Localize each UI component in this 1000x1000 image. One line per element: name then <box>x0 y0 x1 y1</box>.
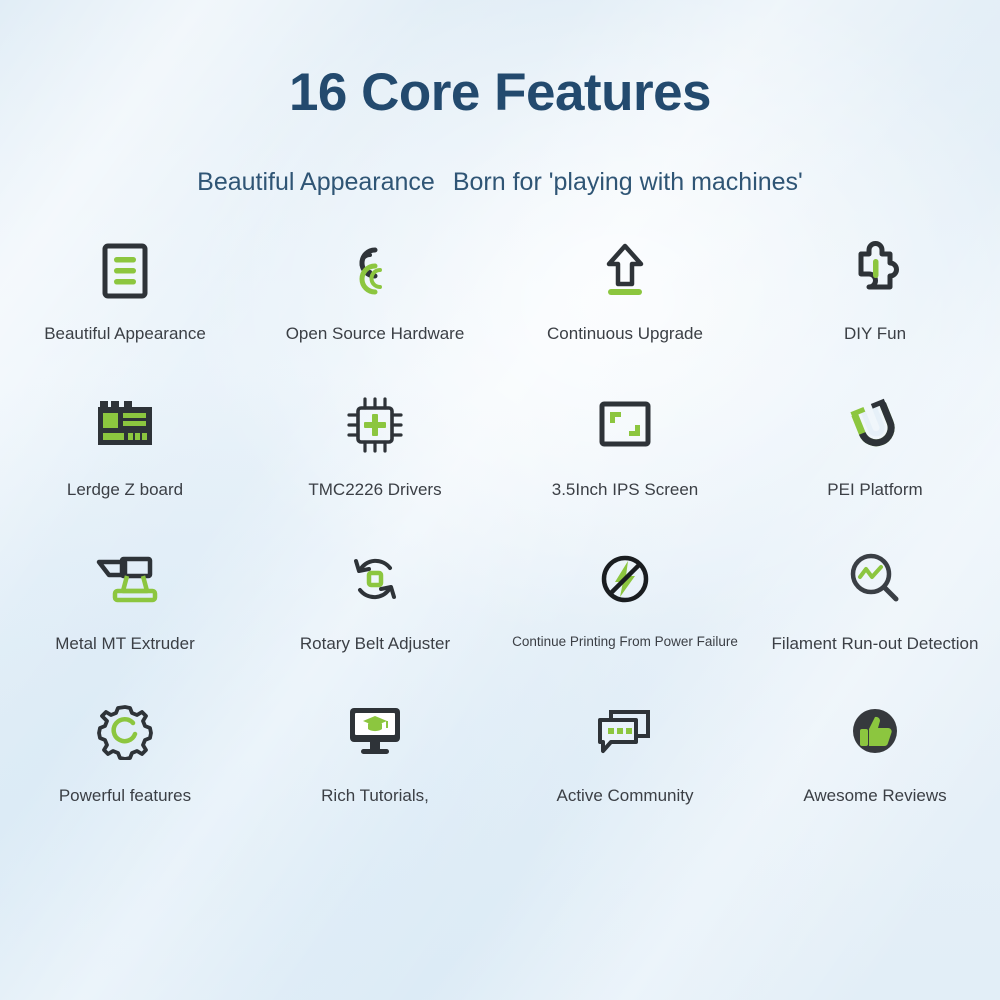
feature-item-tmc2226-drivers[interactable]: TMC2226 Drivers <box>250 386 500 500</box>
feature-item-rotary-belt-adjuster[interactable]: Rotary Belt Adjuster <box>250 540 500 654</box>
feature-item-continuous-upgrade[interactable]: Continuous Upgrade <box>500 232 750 344</box>
feature-label: Active Community <box>556 786 694 805</box>
feature-label: Metal MT Extruder <box>55 634 195 653</box>
upload-arrow-icon <box>597 232 653 310</box>
puzzle-piece-icon <box>845 232 905 310</box>
feature-label: Continuous Upgrade <box>547 324 703 343</box>
magnet-icon <box>844 386 906 464</box>
features-row: Lerdge Z board TMC2226 Drivers 3.5Inch I… <box>0 386 1000 500</box>
feature-label: DIY Fun <box>843 324 907 343</box>
power-failure-icon <box>597 540 653 618</box>
feature-label: 3.5Inch IPS Screen <box>551 480 699 499</box>
chip-icon <box>345 386 405 464</box>
feature-item-active-community[interactable]: Active Community <box>500 692 750 806</box>
circuit-board-icon <box>92 386 158 464</box>
features-row: Beautiful Appearance Open Source Hardwar… <box>0 232 1000 344</box>
page-title: 16 Core Features <box>288 63 712 122</box>
feature-label: Powerful features <box>58 786 192 805</box>
feature-label: TMC2226 Drivers <box>308 480 442 499</box>
page-subtitle: Beautiful Appearance Born for 'playing wi… <box>0 168 1000 197</box>
feature-item-diy-fun[interactable]: DIY Fun <box>750 232 1000 344</box>
features-row: Metal MT Extruder Rotary Belt Adjuster C… <box>0 540 1000 654</box>
feature-label: Continue Printing From Power Failure <box>512 634 738 649</box>
feature-label: Beautiful Appearance <box>44 324 206 343</box>
feature-label: Lerdge Z board <box>66 480 184 499</box>
feature-label: Open Source Hardware <box>285 324 465 343</box>
feature-item-open-source-hardware[interactable]: Open Source Hardware <box>250 232 500 344</box>
subtitle-left: Beautiful Appearance <box>197 168 435 196</box>
feature-item-filament-runout-detection[interactable]: Filament Run-out Detection <box>750 540 1000 654</box>
feature-item-awesome-reviews[interactable]: Awesome Reviews <box>750 692 1000 806</box>
thumbs-up-icon <box>847 692 903 770</box>
feature-label: PEI Platform <box>827 480 923 499</box>
feature-label: Awesome Reviews <box>803 786 947 805</box>
feature-label: Rich Tutorials, <box>321 786 429 805</box>
feature-item-metal-mt-extruder[interactable]: Metal MT Extruder <box>0 540 250 654</box>
feature-item-pei-platform[interactable]: PEI Platform <box>750 386 1000 500</box>
feature-item-rich-tutorials[interactable]: Rich Tutorials, <box>250 692 500 806</box>
open-source-rings-icon <box>344 232 406 310</box>
feature-item-ips-screen[interactable]: 3.5Inch IPS Screen <box>500 386 750 500</box>
features-grid: Beautiful Appearance Open Source Hardwar… <box>0 232 1000 806</box>
document-lines-icon <box>97 232 153 310</box>
feature-item-beautiful-appearance[interactable]: Beautiful Appearance <box>0 232 250 344</box>
features-page: 16 Core Features Beautiful Appearance Bor… <box>0 0 1000 1000</box>
screen-frame-icon <box>594 386 656 464</box>
feature-label: Filament Run-out Detection <box>771 634 979 653</box>
gear-icon <box>96 692 154 770</box>
chat-bubbles-icon <box>594 692 656 770</box>
feature-item-powerful-features[interactable]: Powerful features <box>0 692 250 806</box>
magnifier-wave-icon <box>845 540 905 618</box>
rotate-arrows-icon <box>346 540 404 618</box>
features-row: Powerful features Rich Tutorials, Active… <box>0 692 1000 806</box>
feature-label: Rotary Belt Adjuster <box>299 634 451 653</box>
monitor-graduation-icon <box>343 692 407 770</box>
feature-item-lerdge-z-board[interactable]: Lerdge Z board <box>0 386 250 500</box>
subtitle-right: Born for 'playing with machines' <box>452 168 803 196</box>
anvil-icon <box>89 540 161 618</box>
feature-item-power-failure-printing[interactable]: Continue Printing From Power Failure <box>500 540 750 654</box>
